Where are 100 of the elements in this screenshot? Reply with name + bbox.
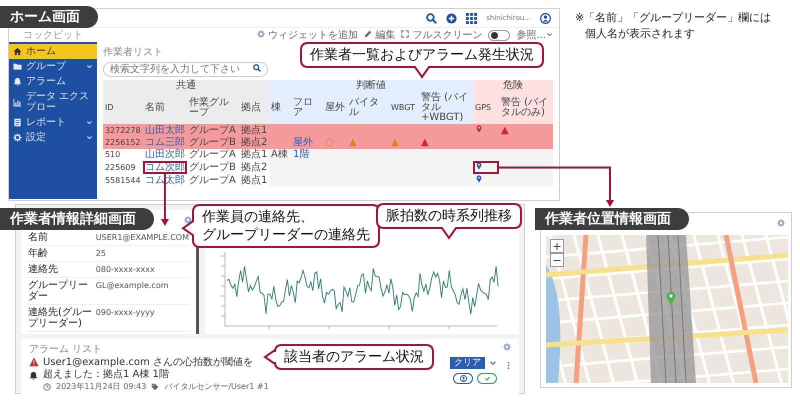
search-field[interactable]: 検索文字列を入力して下さい [102, 62, 268, 77]
callout-bubble: 作業者一覧およびアラーム発生状況 [300, 42, 544, 78]
location-pin-icon[interactable] [476, 175, 482, 183]
alert-mark: ▲ [420, 137, 429, 148]
theme-toggle[interactable] [488, 30, 510, 40]
panel-title: 作業者リスト [102, 47, 163, 59]
caret-icon [86, 63, 93, 70]
column-header: 警告 (バイタル+WBGT) [418, 92, 473, 124]
field-value: GL@example.com [94, 278, 190, 304]
view-dropdown[interactable]: 参照... [516, 28, 553, 42]
column-header: 名前 [142, 92, 187, 124]
fullscreen-link[interactable]: フルスクリーン [401, 28, 482, 42]
add-icon[interactable] [446, 12, 458, 24]
table-cell-text: 拠点1 [240, 149, 268, 161]
table-cell-text: 拠点1 [240, 174, 268, 187]
column-group-header: 危険 [473, 80, 553, 92]
column-header: WBGT [388, 92, 419, 124]
column-header: バイタル [346, 92, 389, 124]
edit-link[interactable]: 編集 [364, 28, 396, 42]
location-pin-icon[interactable] [476, 162, 482, 170]
table-cell: 3272278 [102, 124, 143, 137]
grid-icon[interactable] [466, 12, 478, 24]
sidebar-item[interactable]: データ エクスプロー [9, 89, 97, 115]
fullscreen-icon [401, 30, 410, 38]
column-header: 警告 (バイタルのみ) [499, 92, 553, 124]
warning-mark: ○ [324, 137, 334, 148]
zoom-in-button[interactable]: + [550, 239, 564, 253]
warning-mark: ▲ [390, 137, 399, 148]
warning-icon [29, 357, 39, 367]
callout-bubble: 脈拍数の時系列推移 [376, 203, 522, 239]
bell-icon [13, 77, 22, 86]
alarm-source: バイタルセンサー/User1 #1 [164, 381, 269, 393]
column-header: 拠点 [238, 92, 269, 124]
location-pin-icon[interactable] [476, 125, 482, 133]
callout-bubble: 該当者のアラーム状況 [264, 344, 434, 370]
table-cell-text: 拠点2 [240, 161, 268, 174]
document-icon [13, 118, 22, 127]
column-header: ID [102, 92, 143, 124]
caret-icon [546, 30, 553, 38]
table-cell-text: 拠点2 [240, 137, 268, 148]
add-widget-link[interactable]: ウィジェットを追加 [256, 28, 358, 42]
clear-badge[interactable]: クリア [450, 357, 485, 369]
caret-icon[interactable] [489, 359, 497, 367]
search-icon [252, 64, 261, 72]
sidebar-item[interactable]: アラーム [9, 74, 97, 89]
column-header: フロア [290, 92, 323, 124]
screen-label: 作業者情報詳細画面 [0, 208, 154, 230]
worker-link[interactable]: 山田次郎 [144, 149, 185, 160]
sidebar-item[interactable]: 設定 [9, 130, 97, 145]
table-cell: A棟 [268, 149, 291, 161]
settings-icon [256, 30, 265, 38]
tag-icon [151, 383, 160, 391]
note-text: ※「名前」「グループリーダー」欄には [575, 10, 772, 26]
table-cell: 2256152 [102, 137, 143, 149]
table-cell: 5581544 [102, 174, 143, 187]
home-icon [13, 47, 22, 56]
alert-mark: ▲ [501, 124, 509, 136]
bar-chart-icon [13, 98, 22, 106]
column-header: 作業グループ [186, 92, 239, 124]
zoom-out-button[interactable]: − [550, 253, 564, 267]
field-label: 連絡先 [27, 262, 95, 278]
assign-button[interactable] [453, 373, 473, 384]
sidebar-item[interactable]: レポート [9, 115, 97, 130]
table-cell: グループA [186, 124, 239, 137]
column-header: 屋外 [322, 92, 347, 124]
check-icon [484, 375, 490, 382]
table-cell-text: 拠点1 [240, 124, 268, 136]
bell-icon [29, 371, 38, 380]
sidebar-item[interactable]: ホーム [9, 44, 97, 59]
folder-icon [13, 62, 22, 71]
screen-label: 作業者位置情報画面 [535, 208, 689, 230]
column-header: 棟 [268, 92, 291, 124]
alarm-time: 2023年11月24日 09:43 [56, 381, 146, 393]
brand-title: コックピット [22, 28, 84, 42]
user-icon [460, 375, 466, 382]
column-header: GPS [473, 92, 499, 124]
column-group-header: 共通 [102, 80, 269, 92]
field-value: 080-xxxx-xxxx [94, 262, 190, 278]
search-icon[interactable] [426, 12, 438, 24]
settings-icon[interactable] [184, 216, 192, 224]
gear-icon [13, 133, 22, 142]
warning-mark: ▲ [348, 137, 357, 148]
field-label: 連絡先(グループリーダー) [27, 304, 95, 332]
field-value: 25 [94, 246, 190, 262]
clock-icon [43, 383, 51, 391]
note-text: 個人名が表示されます [584, 26, 696, 42]
acknowledge-button[interactable] [477, 373, 497, 384]
alarm-message: User1@example.com さんの心拍数が閾値を超えました：拠点1 A棟 1階 [43, 357, 254, 381]
table-cell: グループB [186, 137, 239, 149]
pencil-icon [364, 30, 372, 38]
caret-icon [86, 119, 93, 126]
user-icon[interactable] [540, 12, 551, 24]
table-cell: グループA [186, 149, 239, 161]
caret-icon [86, 134, 93, 141]
table-cell: 510 [102, 149, 143, 161]
table-cell: 225609 [102, 161, 143, 174]
sidebar-item[interactable]: グループ [9, 59, 97, 74]
panel-title: アラーム リスト [29, 344, 102, 356]
field-value: 090-xxxx-yyyy [94, 304, 190, 332]
field-label: グループリーダー [27, 278, 95, 304]
